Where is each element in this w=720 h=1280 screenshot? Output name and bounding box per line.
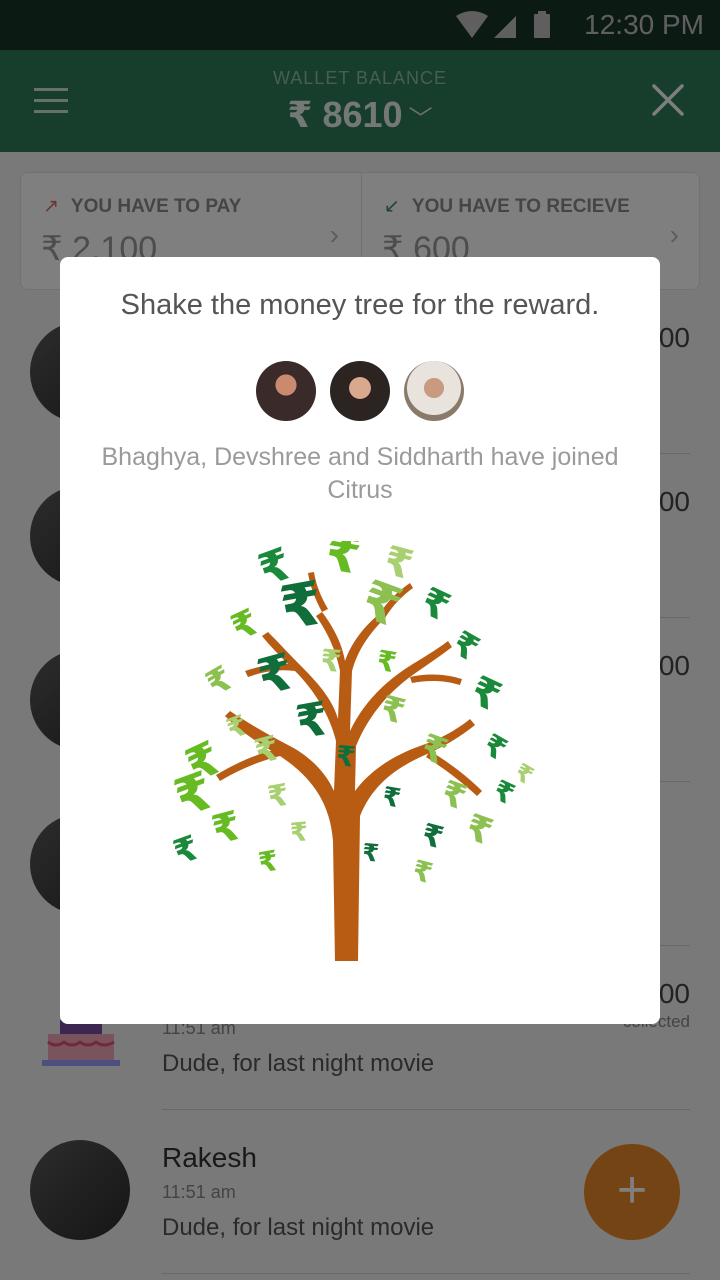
rupee-leaf: ₹ <box>460 807 498 854</box>
rupee-leaf: ₹ <box>463 667 508 720</box>
rupee-leaf: ₹ <box>321 541 365 586</box>
avatar <box>255 361 316 421</box>
rupee-leaf: ₹ <box>225 602 265 650</box>
money-tree-illustration[interactable]: ₹ ₹ ₹₹ ₹ ₹₹₹₹₹₹₹₹ ₹ ₹ ₹₹ ₹ ₹ ₹ ₹₹ ₹ ₹ ₹ ₹₹ ₹ ₹ ₹₹ ₹₹₹₹ <box>130 541 570 971</box>
rupee-leaf: ₹ <box>168 828 204 874</box>
rupee-leaf: ₹ <box>251 728 284 773</box>
dialog-title: Shake the money tree for the reward. <box>120 289 600 321</box>
avatar <box>404 361 465 421</box>
rupee-leaf: ₹ <box>477 727 513 768</box>
rupee-leaf: ₹ <box>445 623 486 669</box>
rupee-leaf: ₹ <box>418 817 447 856</box>
rupee-leaf: ₹ <box>289 817 310 848</box>
reward-dialog: Shake the money tree for the reward. Bha… <box>60 257 660 1024</box>
rupee-leaf: ₹ <box>335 739 357 774</box>
status-bar-scrim <box>0 0 720 50</box>
rupee-leaf: ₹ <box>319 643 343 680</box>
rupee-leaf: ₹ <box>361 838 380 867</box>
joined-friends-text: Bhaghya, Devshree and Siddharth have joi… <box>101 443 619 504</box>
rupee-leaf: ₹ <box>409 853 436 890</box>
rupee-leaf: ₹ <box>353 568 410 640</box>
rupee-leaf: ₹ <box>436 773 472 819</box>
rupee-leaf: ₹ <box>207 803 246 855</box>
rupee-leaf: ₹ <box>265 778 292 816</box>
rupee-leaf: ₹ <box>374 644 399 680</box>
rupee-leaf: ₹ <box>380 782 403 815</box>
rupee-leaf: ₹ <box>414 579 457 630</box>
rupee-leaf: ₹ <box>222 708 252 746</box>
joined-friends-avatars <box>60 361 660 426</box>
rupee-leaf: ₹ <box>199 658 240 704</box>
avatar <box>330 361 390 421</box>
rupee-leaf: ₹ <box>256 844 281 880</box>
